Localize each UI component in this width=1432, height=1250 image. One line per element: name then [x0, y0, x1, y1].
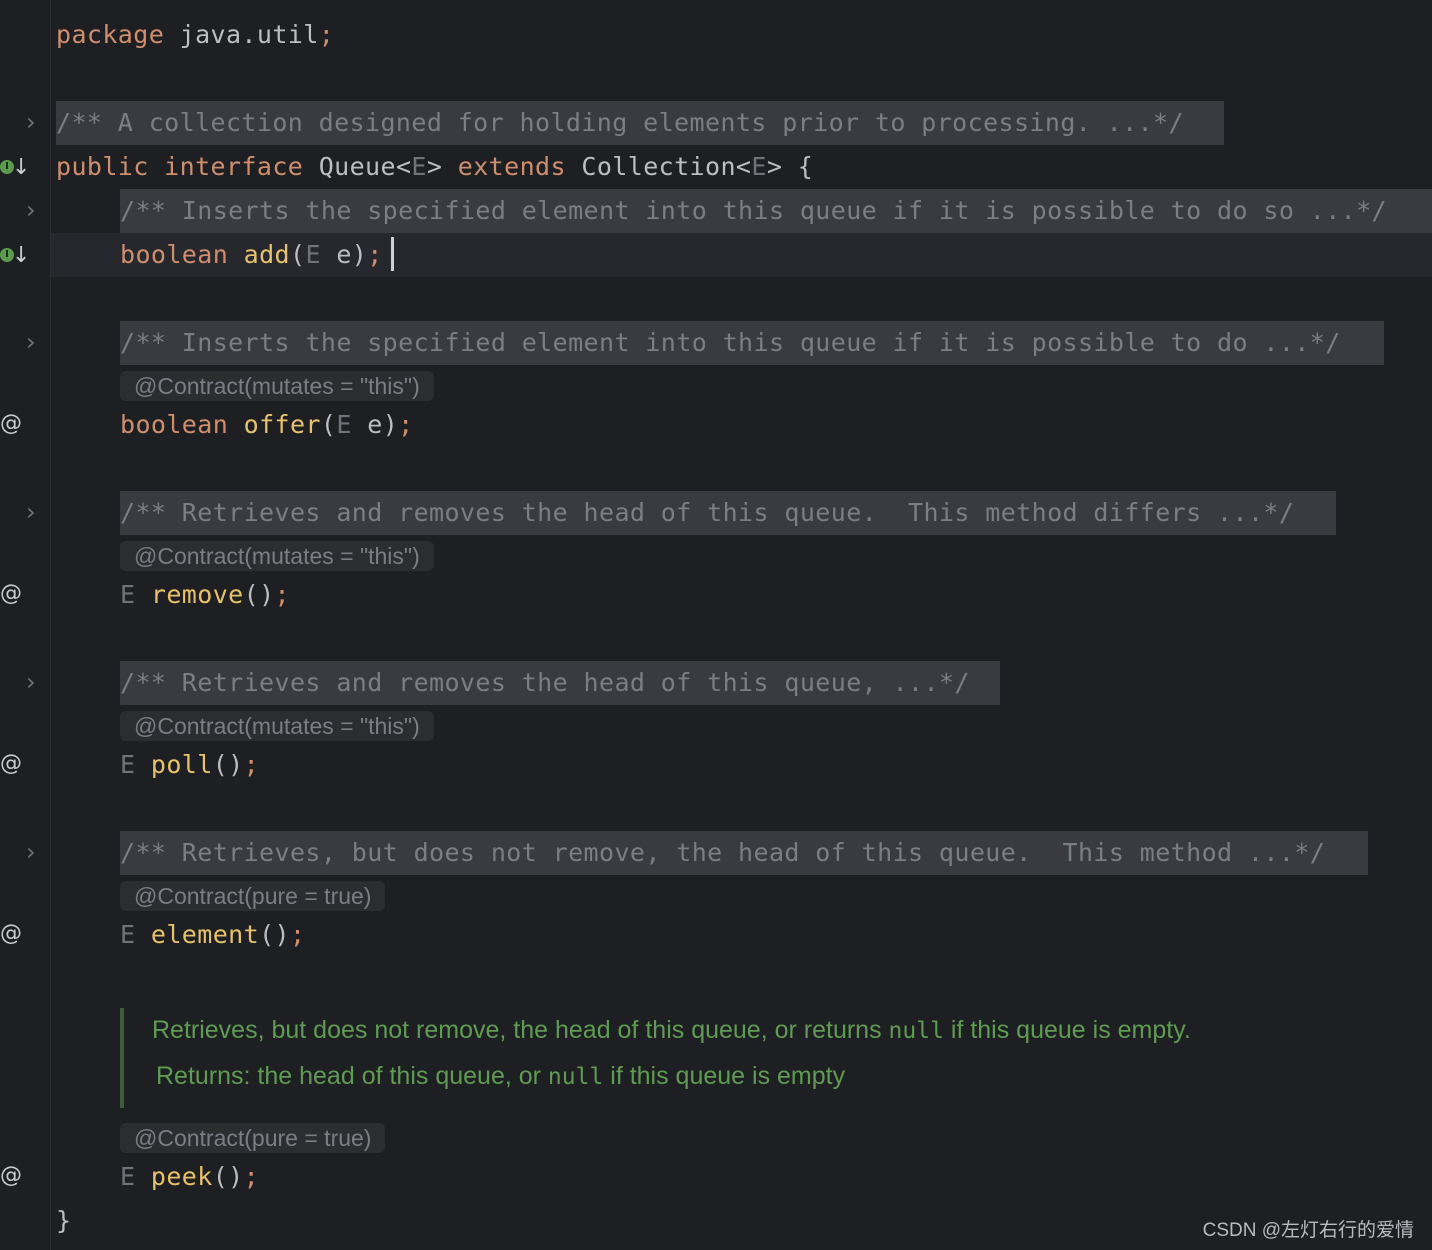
package-line[interactable]: package java.util; [56, 13, 334, 57]
package-name: java.util [179, 20, 319, 49]
type-queue: Queue< [318, 152, 412, 181]
chevron-right-icon[interactable]: › [26, 830, 36, 874]
generic-close: > [426, 152, 443, 181]
semicolon: ; [289, 920, 306, 949]
semicolon: ; [243, 750, 260, 779]
type-param-e: E [411, 152, 427, 181]
chevron-right-icon[interactable]: › [26, 490, 36, 534]
parens: () [243, 580, 275, 609]
javadoc-text: if this queue is empty. [943, 1016, 1191, 1044]
return-type: boolean [120, 240, 229, 269]
method-name: poll [150, 750, 213, 779]
param-type: E [336, 410, 352, 439]
return-type: E [120, 750, 136, 779]
method-peek[interactable]: E peek(); [120, 1155, 259, 1199]
semicolon: ; [274, 580, 290, 609]
method-name: peek [150, 1162, 213, 1191]
chevron-right-icon[interactable]: › [26, 660, 36, 704]
keyword-interface: interface [164, 152, 304, 181]
method-remove[interactable]: E remove(); [120, 573, 290, 617]
method-name: element [150, 920, 260, 949]
contract-annotation: @Contract(pure = true) [120, 881, 386, 911]
text-caret [391, 237, 394, 271]
annotation-at-icon[interactable]: @ [0, 742, 22, 786]
paren-open: ( [289, 240, 306, 269]
implemented-down-arrow-icon[interactable]: I ↓ [0, 233, 30, 277]
method-element[interactable]: E element(); [120, 913, 305, 957]
implemented-down-arrow-icon[interactable]: I ↓ [0, 145, 30, 189]
annotation-at-icon[interactable]: @ [0, 1154, 22, 1198]
parens: () [259, 920, 290, 949]
annotation-at-icon[interactable]: @ [0, 402, 22, 446]
collapsed-doc-comment[interactable]: /** A collection designed for holding el… [56, 101, 1224, 145]
return-type: boolean [120, 410, 229, 439]
collapsed-doc-element[interactable]: /** Retrieves, but does not remove, the … [120, 831, 1368, 875]
param-rest: e) [320, 240, 368, 269]
method-name: add [243, 240, 290, 269]
method-add[interactable]: boolean add(E e); [120, 233, 383, 277]
javadoc-code-null: null [547, 1064, 604, 1090]
annotation-at-icon[interactable]: @ [0, 912, 22, 956]
down-arrow-icon: ↓ [12, 154, 31, 180]
javadoc-summary: Retrieves, but does not remove, the head… [152, 1016, 1191, 1045]
watermark: CSDN @左灯右行的爱情 [1202, 1220, 1414, 1241]
open-brace: { [797, 152, 814, 181]
javadoc-text: if this queue is empty [603, 1062, 846, 1090]
contract-annotation: @Contract(pure = true) [120, 1123, 386, 1153]
chevron-right-icon[interactable]: › [26, 188, 36, 232]
return-type: E [120, 1162, 136, 1191]
method-offer[interactable]: boolean offer(E e); [120, 403, 414, 447]
semicolon: ; [318, 20, 335, 49]
semicolon: ; [398, 410, 414, 439]
keyword-extends: extends [457, 152, 566, 181]
javadoc-code-null: null [888, 1018, 944, 1044]
return-type: E [120, 920, 136, 949]
collapsed-doc-remove[interactable]: /** Retrieves and removes the head of th… [120, 491, 1336, 535]
down-arrow-icon: ↓ [12, 242, 31, 268]
contract-annotation: @Contract(mutates = "this") [120, 541, 434, 571]
javadoc-returns: Returns: the head of this queue, or null… [156, 1062, 845, 1091]
method-poll[interactable]: E poll(); [120, 743, 259, 787]
method-name: remove [150, 580, 244, 609]
annotation-at-icon[interactable]: @ [0, 572, 22, 616]
param-rest: e) [351, 410, 399, 439]
parens: () [212, 1162, 244, 1191]
keyword-package: package [56, 20, 165, 49]
parens: () [212, 750, 244, 779]
collapsed-doc-add[interactable]: /** Inserts the specified element into t… [120, 189, 1432, 233]
return-type: E [120, 580, 136, 609]
generic-close: > [766, 152, 783, 181]
contract-annotation: @Contract(mutates = "this") [120, 711, 434, 741]
interface-declaration[interactable]: public interface Queue<E> extends Collec… [56, 145, 813, 189]
chevron-right-icon[interactable]: › [26, 100, 36, 144]
javadoc-text: Retrieves, but does not remove, the head… [152, 1016, 889, 1044]
collapsed-doc-poll[interactable]: /** Retrieves and removes the head of th… [120, 661, 1000, 705]
type-collection: Collection< [581, 152, 752, 181]
chevron-right-icon[interactable]: › [26, 320, 36, 364]
contract-annotation: @Contract(mutates = "this") [120, 371, 434, 401]
method-name: offer [243, 410, 321, 439]
keyword-public: public [56, 152, 149, 181]
semicolon: ; [243, 1162, 260, 1191]
close-brace: } [56, 1206, 72, 1235]
semicolon: ; [367, 240, 383, 269]
javadoc-text: Returns: the head of this queue, or [156, 1062, 548, 1090]
paren-open: ( [320, 410, 337, 439]
rendered-javadoc[interactable]: Retrieves, but does not remove, the head… [120, 1008, 1424, 1108]
type-param-e: E [751, 152, 767, 181]
collapsed-doc-offer[interactable]: /** Inserts the specified element into t… [120, 321, 1384, 365]
param-type: E [305, 240, 321, 269]
